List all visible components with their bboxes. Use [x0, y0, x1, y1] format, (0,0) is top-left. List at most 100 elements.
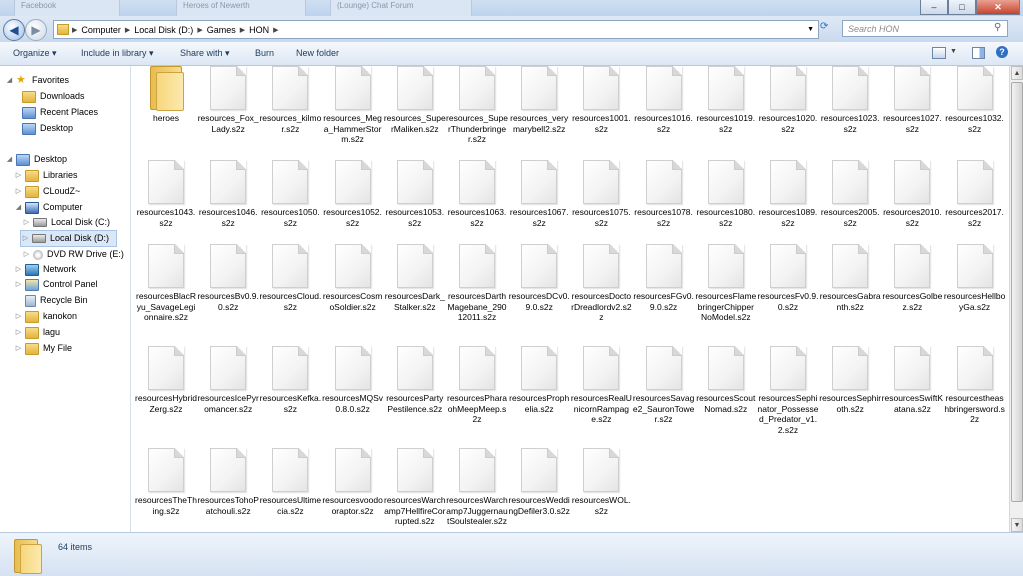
scroll-thumb[interactable]	[1011, 82, 1023, 502]
maximize-button[interactable]: □	[948, 0, 976, 15]
file-item[interactable]: resourcesSephiroth.s2z	[819, 346, 881, 414]
file-item[interactable]: resources_Fox_Lady.s2z	[197, 66, 259, 134]
nav-local-disk-d[interactable]: ▷ Local Disk (D:)	[20, 230, 117, 247]
scroll-down-icon[interactable]: ▼	[1011, 518, 1023, 532]
file-item[interactable]: resources1052.s2z	[322, 160, 384, 228]
file-item[interactable]: resources2010.s2z	[881, 160, 943, 228]
nav-dvd-drive[interactable]: ▷ DVD RW Drive (E:)	[22, 247, 124, 262]
chevron-right-icon[interactable]: ▷	[21, 231, 30, 246]
file-item[interactable]: resources2017.s2z	[944, 160, 1006, 228]
file-item[interactable]: resourcesSavage2_SauronTower.s2z	[633, 346, 695, 425]
refresh-icon[interactable]: ⟳	[820, 21, 828, 32]
file-item[interactable]: resourcesProphelia.s2z	[508, 346, 570, 414]
nav-control-panel[interactable]: ▷ Control Panel	[14, 277, 98, 292]
file-item[interactable]: resources1019.s2z	[695, 66, 757, 134]
breadcrumb-hon[interactable]: HON	[245, 25, 273, 35]
file-item[interactable]: resourcesDCv0.9.0.s2z	[508, 244, 570, 312]
chevron-right-icon[interactable]: ▷	[14, 309, 23, 324]
file-item[interactable]: resources1016.s2z	[633, 66, 695, 134]
preview-pane-icon[interactable]	[972, 47, 985, 59]
file-item[interactable]: resourcesIcePyromancer.s2z	[197, 346, 259, 414]
file-item[interactable]: resourcesPartyPestilence.s2z	[384, 346, 446, 414]
file-item[interactable]: resources1046.s2z	[197, 160, 259, 228]
file-item[interactable]: resources1023.s2z	[819, 66, 881, 134]
file-item[interactable]: resourcesHellboyGa.s2z	[944, 244, 1006, 312]
file-item[interactable]: resourcesRealUnicornRampage.s2z	[570, 346, 632, 425]
file-item[interactable]: resources_kilmor.s2z	[259, 66, 321, 134]
file-item[interactable]: resources1043.s2z	[135, 160, 197, 228]
expand-icon[interactable]: ◢	[5, 152, 14, 167]
expand-icon[interactable]: ◢	[14, 200, 23, 215]
breadcrumb-local-disk-d[interactable]: Local Disk (D:)	[130, 25, 197, 35]
file-item[interactable]: resourcesBv0.9.0.s2z	[197, 244, 259, 312]
taskbar-tab-1[interactable]: Heroes of Newerth	[176, 0, 306, 17]
change-view-icon[interactable]	[932, 47, 946, 59]
nav-downloads[interactable]: Downloads	[22, 89, 85, 104]
file-item[interactable]: resourcesMQSv0.8.0.s2z	[322, 346, 384, 414]
nav-cloudz[interactable]: ▷ CLoudZ~	[14, 184, 80, 199]
file-item[interactable]: resources_verymarybell2.s2z	[508, 66, 570, 134]
file-item[interactable]: resourcesKefka.s2z	[259, 346, 321, 414]
file-item[interactable]: resourcesDoctorDreadlordv2.s2z	[570, 244, 632, 323]
file-item[interactable]: resourcesWeddingDefiler3.0.s2z	[508, 448, 570, 516]
nav-lagu[interactable]: ▷ lagu	[14, 325, 60, 340]
file-item[interactable]: resourcesBlacRyu_SavageLegionnaire.s2z	[135, 244, 197, 323]
scroll-up-icon[interactable]: ▲	[1011, 66, 1023, 80]
include-in-library-button[interactable]: Include in library ▾	[81, 48, 154, 59]
file-item[interactable]: resourcesFlamebringerChipperNoModel.s2z	[695, 244, 757, 323]
breadcrumb-computer[interactable]: Computer	[77, 25, 125, 35]
nav-libraries[interactable]: ▷ Libraries	[14, 168, 78, 183]
expand-icon[interactable]: ◢	[5, 73, 14, 88]
file-item[interactable]: resourcesTheThing.s2z	[135, 448, 197, 516]
file-item[interactable]: resources1027.s2z	[881, 66, 943, 134]
file-item[interactable]: resources1020.s2z	[757, 66, 819, 134]
burn-button[interactable]: Burn	[255, 48, 274, 58]
chevron-right-icon[interactable]: ▷	[14, 262, 23, 277]
file-item[interactable]: resourcesPharaohMeepMeep.s2z	[446, 346, 508, 425]
chevron-down-icon[interactable]: ▼	[807, 26, 814, 33]
nav-desktop-favorite[interactable]: Desktop	[22, 121, 73, 136]
nav-computer[interactable]: ◢ Computer	[14, 200, 83, 215]
file-item[interactable]: resources_SuperThunderbringer.s2z	[446, 66, 508, 145]
file-item[interactable]: resourcesFGv0.9.0.s2z	[633, 244, 695, 312]
taskbar-tab-0[interactable]: Facebook	[14, 0, 120, 17]
breadcrumb-games[interactable]: Games	[203, 25, 240, 35]
file-item[interactable]: resourcesUltimecia.s2z	[259, 448, 321, 516]
file-item[interactable]: resources2005.s2z	[819, 160, 881, 228]
file-item[interactable]: resourcesDarthMagebane_29012011.s2z	[446, 244, 508, 323]
close-button[interactable]: ✕	[976, 0, 1020, 15]
chevron-right-icon[interactable]: ▷	[14, 184, 23, 199]
search-input[interactable]: Search HON	[842, 20, 1008, 37]
organize-button[interactable]: Organize ▾	[13, 48, 57, 59]
file-item[interactable]: resources1067.s2z	[508, 160, 570, 228]
file-item[interactable]: resourcesHybridZerg.s2z	[135, 346, 197, 414]
address-bar[interactable]: ▶ Computer ▶ Local Disk (D:) ▶ Games ▶ H…	[53, 20, 819, 39]
vertical-scrollbar[interactable]: ▲ ▼	[1009, 66, 1023, 532]
file-item[interactable]: resourcesSwiftKatana.s2z	[881, 346, 943, 414]
file-item[interactable]: resourcesDark_Stalker.s2z	[384, 244, 446, 312]
file-item[interactable]: resourcesGolbez.s2z	[881, 244, 943, 312]
file-item[interactable]: resourcesGabranth.s2z	[819, 244, 881, 312]
nav-local-disk-c[interactable]: ▷ Local Disk (C:)	[22, 215, 110, 230]
forward-button[interactable]: ▶	[25, 19, 47, 41]
file-item[interactable]: resources1078.s2z	[633, 160, 695, 228]
chevron-down-icon[interactable]: ▼	[950, 48, 957, 55]
file-item[interactable]: resourcesSephinator_Possessed_Predator_v…	[757, 346, 819, 435]
nav-favorites[interactable]: ◢ ★ Favorites	[5, 73, 69, 88]
file-item[interactable]: resources1001.s2z	[570, 66, 632, 134]
new-folder-button[interactable]: New folder	[296, 48, 339, 58]
file-item[interactable]: resourcesCosmoSoldier.s2z	[322, 244, 384, 312]
nav-recycle-bin[interactable]: Recycle Bin	[25, 293, 88, 308]
file-item[interactable]: resources1063.s2z	[446, 160, 508, 228]
search-icon[interactable]: ⚲	[994, 22, 1001, 33]
file-item[interactable]: resources1089.s2z	[757, 160, 819, 228]
back-button[interactable]: ◀	[3, 19, 25, 41]
file-item[interactable]: resourcesWarchamp7HellfireCorrupted.s2z	[384, 448, 446, 527]
file-item[interactable]: resources_SuperMaliken.s2z	[384, 66, 446, 134]
chevron-right-icon[interactable]: ▷	[14, 168, 23, 183]
file-item[interactable]: resourcesScoutNomad.s2z	[695, 346, 757, 414]
nav-network[interactable]: ▷ Network	[14, 262, 76, 277]
file-item[interactable]: resourcesFv0.9.0.s2z	[757, 244, 819, 312]
share-with-button[interactable]: Share with ▾	[180, 48, 230, 59]
minimize-button[interactable]: –	[920, 0, 948, 15]
